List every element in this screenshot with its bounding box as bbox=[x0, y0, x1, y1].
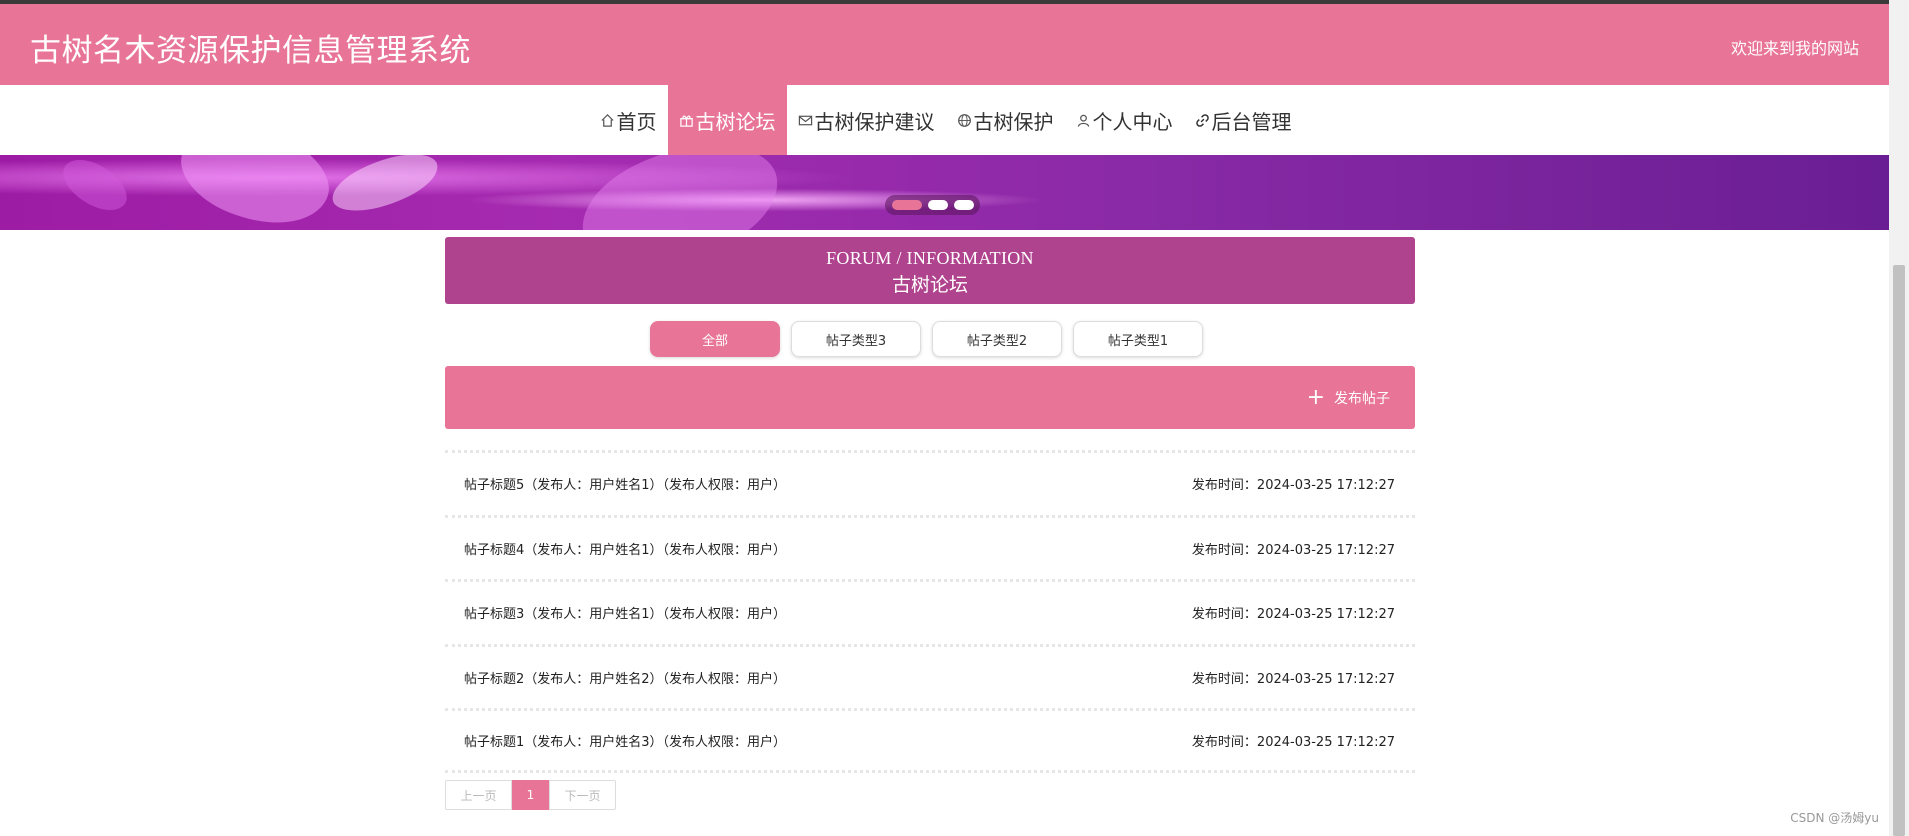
post-type-tabs: 全部 帖子类型3 帖子类型2 帖子类型1 bbox=[650, 321, 1203, 357]
post-list: 帖子标题5（发布人：用户姓名1）（发布人权限：用户） 发布时间：2024-03-… bbox=[445, 450, 1415, 773]
banner-carousel bbox=[0, 155, 1889, 230]
page-scrollbar[interactable] bbox=[1889, 0, 1909, 836]
tab-all[interactable]: 全部 bbox=[650, 321, 780, 357]
nav-item-admin[interactable]: 后台管理 bbox=[1184, 85, 1303, 155]
post-time: 发布时间：2024-03-25 17:12:27 bbox=[1191, 671, 1395, 687]
watermark: CSDN @汤姆yu bbox=[1790, 811, 1879, 825]
nav-item-advice[interactable]: 古树保护建议 bbox=[787, 85, 946, 155]
nav-item-protection[interactable]: 古树保护 bbox=[946, 85, 1065, 155]
main-nav: 首页 古树论坛 古树保护建议 古树保护 个人中心 后台管理 bbox=[0, 85, 1889, 155]
tab-type-1[interactable]: 帖子类型1 bbox=[1073, 321, 1203, 357]
nav-item-label: 首页 bbox=[616, 109, 657, 134]
banner-petal bbox=[55, 155, 135, 223]
nav-item-label: 古树保护建议 bbox=[814, 109, 935, 134]
carousel-indicators bbox=[885, 195, 980, 215]
post-time: 发布时间：2024-03-25 17:12:27 bbox=[1191, 734, 1395, 750]
publish-bar: + 发布帖子 bbox=[445, 366, 1415, 429]
list-item[interactable]: 帖子标题4（发布人：用户姓名1）（发布人权限：用户） 发布时间：2024-03-… bbox=[445, 514, 1415, 580]
nav-item-label: 古树论坛 bbox=[695, 109, 776, 134]
next-page-button[interactable]: 下一页 bbox=[549, 780, 616, 810]
tab-type-3[interactable]: 帖子类型3 bbox=[791, 321, 921, 357]
post-time: 发布时间：2024-03-25 17:12:27 bbox=[1191, 542, 1395, 558]
pagination: 上一页 1 下一页 bbox=[445, 780, 616, 810]
site-title: 古树名木资源保护信息管理系统 bbox=[30, 33, 471, 69]
forum-title-cn: 古树论坛 bbox=[891, 274, 968, 296]
scrollbar-thumb[interactable] bbox=[1893, 265, 1905, 836]
list-item[interactable]: 帖子标题1（发布人：用户姓名3）（发布人权限：用户） 发布时间：2024-03-… bbox=[445, 708, 1415, 773]
carousel-dot-3[interactable] bbox=[953, 200, 974, 210]
tab-type-2[interactable]: 帖子类型2 bbox=[932, 321, 1062, 357]
post-time: 发布时间：2024-03-25 17:12:27 bbox=[1191, 607, 1395, 623]
plus-icon: + bbox=[1306, 385, 1325, 410]
nav-item-forum[interactable]: 古树论坛 bbox=[667, 85, 787, 155]
prev-page-button[interactable]: 上一页 bbox=[445, 780, 512, 810]
globe-icon bbox=[957, 113, 971, 127]
publish-post-label: 发布帖子 bbox=[1334, 391, 1390, 407]
welcome-text: 欢迎来到我的网站 bbox=[1730, 39, 1859, 58]
site-header: 古树名木资源保护信息管理系统 欢迎来到我的网站 bbox=[0, 4, 1889, 85]
banner-petal bbox=[326, 155, 444, 219]
post-title[interactable]: 帖子标题5（发布人：用户姓名1）（发布人权限：用户） bbox=[464, 474, 786, 493]
mail-icon bbox=[798, 115, 812, 125]
gift-icon bbox=[679, 115, 693, 127]
list-item[interactable]: 帖子标题2（发布人：用户姓名2）（发布人权限：用户） 发布时间：2024-03-… bbox=[445, 643, 1415, 709]
carousel-dot-2[interactable] bbox=[927, 200, 948, 210]
list-item[interactable]: 帖子标题3（发布人：用户姓名1）（发布人权限：用户） 发布时间：2024-03-… bbox=[445, 579, 1415, 644]
post-title[interactable]: 帖子标题4（发布人：用户姓名1）（发布人权限：用户） bbox=[464, 539, 786, 558]
nav-item-label: 个人中心 bbox=[1092, 109, 1173, 134]
list-item[interactable]: 帖子标题5（发布人：用户姓名1）（发布人权限：用户） 发布时间：2024-03-… bbox=[445, 450, 1415, 515]
forum-title-en: FORUM / INFORMATION bbox=[826, 248, 1034, 268]
home-icon bbox=[600, 113, 614, 127]
post-title[interactable]: 帖子标题3（发布人：用户姓名1）（发布人权限：用户） bbox=[464, 603, 786, 622]
nav-item-label: 后台管理 bbox=[1211, 109, 1292, 134]
banner-petal bbox=[168, 155, 342, 230]
nav-item-label: 古树保护 bbox=[973, 109, 1054, 134]
carousel-dot-1[interactable] bbox=[891, 200, 922, 210]
user-icon bbox=[1077, 114, 1089, 127]
post-title[interactable]: 帖子标题2（发布人：用户姓名2）（发布人权限：用户） bbox=[464, 668, 786, 687]
publish-post-button[interactable]: + 发布帖子 bbox=[1306, 385, 1390, 410]
nav-item-profile[interactable]: 个人中心 bbox=[1065, 85, 1184, 155]
post-title[interactable]: 帖子标题1（发布人：用户姓名3）（发布人权限：用户） bbox=[464, 731, 786, 750]
banner-petal bbox=[571, 155, 789, 230]
nav-item-home[interactable]: 首页 bbox=[589, 85, 668, 155]
post-time: 发布时间：2024-03-25 17:12:27 bbox=[1191, 478, 1395, 494]
page-number-current[interactable]: 1 bbox=[512, 780, 549, 810]
link-icon bbox=[1195, 113, 1209, 127]
forum-header: FORUM / INFORMATION 古树论坛 bbox=[445, 237, 1415, 304]
